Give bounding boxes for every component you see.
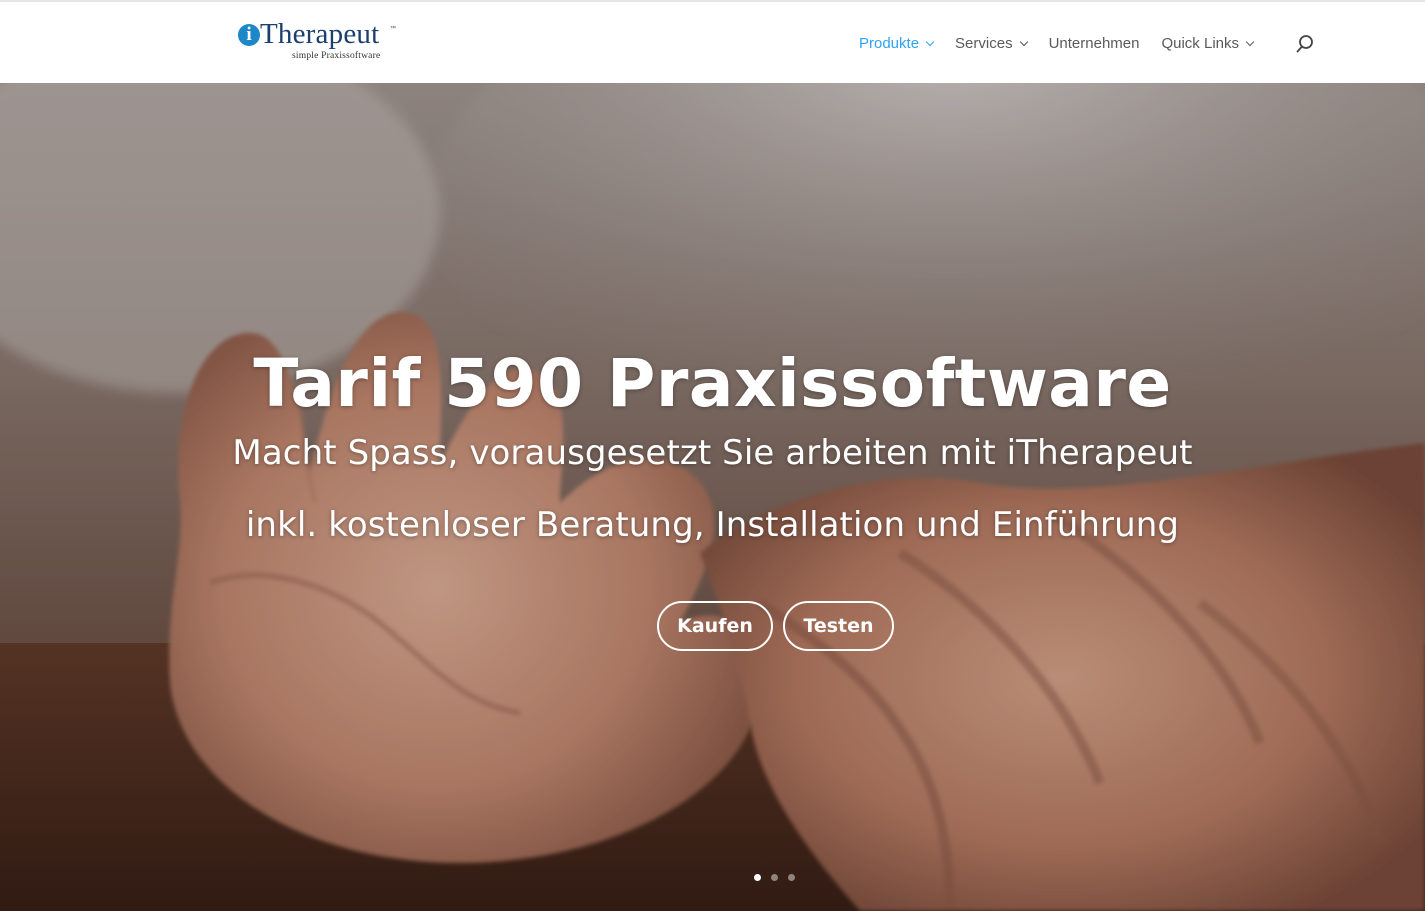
- chevron-down-icon: [1245, 37, 1255, 46]
- nav-item-label: Produkte: [859, 34, 920, 52]
- hero-background-image: [0, 83, 1425, 911]
- nav-item-label: Unternehmen: [1048, 34, 1140, 52]
- nav-item-services[interactable]: Services: [955, 34, 1028, 52]
- chevron-down-icon: [925, 37, 935, 46]
- site-header: i Therapeut ™ simple Praxissoftware Prod…: [0, 2, 1425, 83]
- logo-tagline: simple Praxissoftware: [292, 51, 381, 61]
- search-button[interactable]: [1294, 33, 1316, 55]
- logo[interactable]: i Therapeut ™ simple Praxissoftware: [238, 18, 408, 66]
- nav-item-quick-links[interactable]: Quick Links: [1161, 34, 1255, 52]
- slider-dot[interactable]: [771, 874, 778, 881]
- nav-item-unternehmen[interactable]: Unternehmen: [1049, 35, 1140, 52]
- hero-title: Tarif 590 Praxissoftware: [253, 345, 1172, 422]
- nav-item-label: Services: [955, 34, 1013, 52]
- nav-item-produkte[interactable]: Produkte: [859, 34, 935, 52]
- test-button[interactable]: Testen: [783, 601, 894, 651]
- slider-pagination: [754, 874, 805, 881]
- buy-button[interactable]: Kaufen: [657, 601, 773, 651]
- slider-dot[interactable]: [788, 874, 795, 881]
- main-nav: Produkte Services Unternehmen Quick Link…: [859, 33, 1275, 53]
- slider-dot[interactable]: [754, 874, 761, 881]
- hero-subtitle-secondary: inkl. kostenloser Beratung, Installation…: [245, 505, 1180, 545]
- hero-slider: Tarif 590 Praxissoftware Macht Spass, vo…: [0, 83, 1425, 911]
- nav-item-label: Quick Links: [1161, 34, 1239, 52]
- logo-wordmark: Therapeut: [260, 18, 380, 50]
- logo-trademark: ™: [390, 26, 396, 32]
- chevron-down-icon: [1019, 37, 1028, 46]
- logo-i-badge: i: [238, 24, 260, 46]
- search-icon: [1296, 35, 1313, 53]
- hero-subtitle: Macht Spass, vorausgesetzt Sie arbeiten …: [232, 433, 1193, 473]
